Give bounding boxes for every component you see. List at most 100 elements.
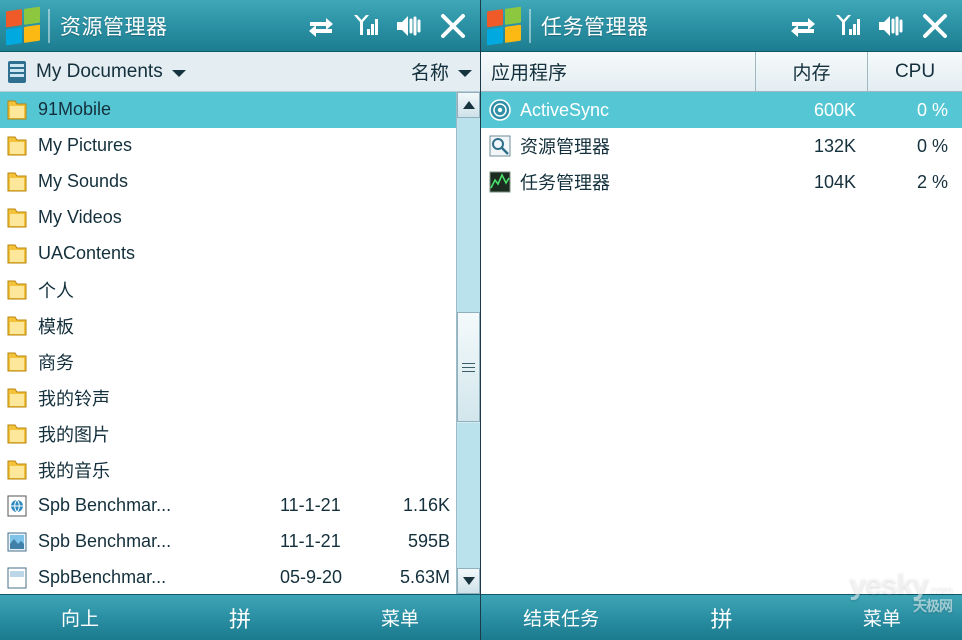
address-bar[interactable]: My Documents 名称 [0, 52, 480, 92]
file-name: Spb Benchmar... [38, 495, 172, 515]
process-row[interactable]: 任务管理器 104K 2 % [481, 164, 962, 200]
left-window-title: 资源管理器 [60, 15, 168, 39]
soft-key-menu-right[interactable]: 菜单 [802, 604, 962, 631]
file-generic-icon [6, 566, 28, 590]
folder-icon [6, 206, 28, 230]
close-icon-right[interactable] [920, 11, 950, 41]
folder-open-icon [6, 59, 28, 85]
file-row[interactable]: 91Mobile [0, 92, 456, 128]
file-name: My Sounds [38, 171, 129, 191]
left-title-bar: 资源管理器 [0, 0, 480, 52]
signal-icon-right[interactable] [832, 11, 862, 41]
column-cpu[interactable]: CPU [868, 52, 962, 91]
scrollbar-track-lower[interactable] [457, 423, 480, 568]
file-row[interactable]: 商务 [0, 344, 456, 380]
process-row[interactable]: ActiveSync 600K 0 % [481, 92, 962, 128]
left-soft-key-bar: 向上 拼 菜单 [0, 594, 480, 640]
file-row[interactable]: 个人 [0, 272, 456, 308]
right-title-bar: 任务管理器 [481, 0, 962, 52]
folder-icon [6, 458, 28, 482]
process-cpu: 0 % [916, 135, 948, 156]
speaker-mute-icon[interactable] [394, 11, 424, 41]
file-row[interactable]: My Pictures [0, 128, 456, 164]
folder-icon [6, 278, 28, 302]
file-list-area: 91Mobile My Pictures My Sounds My Videos UAC… [0, 92, 480, 594]
file-row[interactable]: My Sounds [0, 164, 456, 200]
file-html-icon [6, 494, 28, 518]
process-cpu: 2 % [916, 171, 948, 192]
device-screenshot: 资源管理器 My Documents 名称 91Mobile My Pictur… [0, 0, 962, 640]
file-size: 5.63M [399, 567, 450, 587]
left-status-icons [306, 11, 472, 41]
file-row[interactable]: Spb Benchmar... 11-1-21 1.16K [0, 488, 456, 524]
sort-label: 名称 [410, 63, 449, 84]
right-status-icons [788, 11, 954, 41]
soft-key-end-task[interactable]: 结束任务 [481, 604, 641, 631]
current-folder-label: My Documents [36, 60, 163, 82]
folder-icon [6, 350, 28, 374]
file-name: 模板 [38, 316, 74, 337]
process-name: 任务管理器 [520, 173, 610, 193]
file-explorer-window: 资源管理器 My Documents 名称 91Mobile My Pictur… [0, 0, 481, 640]
soft-key-ime-right[interactable]: 拼 [641, 602, 801, 634]
process-memory: 132K [813, 135, 856, 156]
close-icon[interactable] [438, 11, 468, 41]
right-soft-key-bar: 结束任务 拼 菜单 [481, 594, 962, 640]
file-name: 商务 [38, 352, 74, 373]
file-name: My Pictures [38, 135, 133, 155]
scrollbar-thumb[interactable] [457, 312, 480, 422]
folder-icon [6, 422, 28, 446]
file-name: My Videos [38, 207, 122, 227]
file-row[interactable]: Spb Benchmar... 11-1-21 595B [0, 524, 456, 560]
process-column-header: 应用程序 内存 CPU [481, 52, 962, 92]
activesync-icon-right[interactable] [788, 11, 818, 41]
signal-icon[interactable] [350, 11, 380, 41]
file-name: 个人 [38, 280, 74, 301]
file-list-scrollbar[interactable] [456, 92, 480, 594]
folder-icon [6, 386, 28, 410]
file-date: 11-1-21 [280, 531, 341, 551]
activesync-app-icon [489, 99, 511, 121]
activesync-icon[interactable] [306, 11, 336, 41]
file-name: UAContents [38, 243, 136, 263]
title-divider [48, 8, 50, 43]
file-row[interactable]: 模板 [0, 308, 456, 344]
scroll-up-icon[interactable] [457, 92, 480, 118]
file-size: 1.16K [402, 495, 450, 515]
process-list[interactable]: ActiveSync 600K 0 % 资源管理器 132K 0 % 任务管理器 104K 2 … [481, 92, 962, 200]
process-name: ActiveSync [520, 99, 610, 120]
file-row[interactable]: UAContents [0, 236, 456, 272]
process-cpu: 0 % [916, 99, 948, 120]
soft-key-menu[interactable]: 菜单 [320, 604, 480, 631]
file-row[interactable]: 我的铃声 [0, 380, 456, 416]
column-app[interactable]: 应用程序 [481, 52, 756, 91]
file-date: 11-1-21 [280, 495, 341, 515]
task-manager-window: 任务管理器 应用程序 内存 CPU ActiveSync 600K 0 % 资源… [481, 0, 962, 640]
file-row[interactable]: SpbBenchmar... 05-9-20 5.63M [0, 560, 456, 594]
task-manager-icon [489, 171, 511, 193]
chevron-down-icon[interactable] [171, 70, 186, 77]
file-list[interactable]: 91Mobile My Pictures My Sounds My Videos UAC… [0, 92, 456, 594]
file-name: 我的铃声 [38, 388, 110, 409]
right-window-title: 任务管理器 [541, 15, 649, 39]
file-name: SpbBenchmar... [38, 567, 167, 587]
file-row[interactable]: 我的图片 [0, 416, 456, 452]
file-image-icon [6, 530, 28, 554]
sort-chevron-down-icon[interactable] [458, 70, 472, 77]
scroll-grip-icon [462, 362, 475, 372]
file-row[interactable]: 我的音乐 [0, 452, 456, 488]
folder-icon [6, 170, 28, 194]
process-memory: 104K [813, 171, 856, 192]
soft-key-up[interactable]: 向上 [0, 604, 160, 631]
column-memory[interactable]: 内存 [756, 52, 868, 91]
scroll-down-icon[interactable] [457, 568, 480, 594]
file-size: 595B [407, 531, 450, 551]
folder-icon [6, 314, 28, 338]
folder-icon [6, 242, 28, 266]
scrollbar-track-upper[interactable] [457, 118, 480, 312]
file-name: Spb Benchmar... [38, 531, 172, 551]
process-row[interactable]: 资源管理器 132K 0 % [481, 128, 962, 164]
soft-key-ime[interactable]: 拼 [160, 602, 320, 634]
speaker-mute-icon-right[interactable] [876, 11, 906, 41]
file-row[interactable]: My Videos [0, 200, 456, 236]
